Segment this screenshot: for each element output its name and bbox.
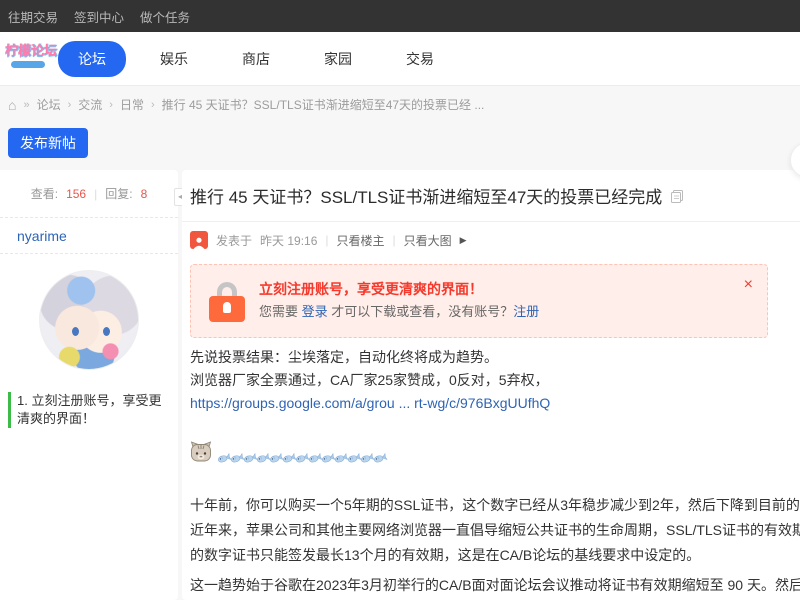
body-line-1: 先说投票结果：尘埃落定，自动化终将成为趋势。 — [190, 346, 800, 369]
site-logo-badge — [11, 61, 45, 68]
thread-sidebar: 查看: 156 | 回复: 8 nyarime 1. 立刻注册账号，享受更清爽的… — [0, 170, 178, 600]
lock-keyhole — [223, 302, 231, 313]
main-navbar: 柠檬论坛 论坛 娱乐 商店 家园 交易 — [0, 32, 800, 86]
nav-item-shop[interactable]: 商店 — [222, 41, 290, 77]
thread-stats: 查看: 156 | 回复: 8 — [0, 170, 178, 218]
notice-prefix: 您需要 — [259, 304, 298, 319]
breadcrumb-separator: › — [68, 99, 72, 111]
breadcrumb-link-daily[interactable]: 日常 — [120, 96, 144, 113]
copy-title-icon[interactable] — [670, 189, 684, 203]
home-icon[interactable]: ⌂ — [8, 99, 16, 111]
only-author-link[interactable]: 只看楼主 — [337, 232, 385, 249]
register-link[interactable]: 注册 — [513, 304, 539, 319]
para1-line-3: 的数字证书只能签发最长13个月的有效期，这是在CA/B论坛的基线要求中设定的。 — [190, 543, 800, 568]
emoticon-row — [190, 439, 800, 465]
post-time: 昨天 19:16 — [260, 232, 317, 249]
author-row: nyarime — [0, 218, 178, 254]
stats-divider: | — [94, 187, 97, 201]
author-username-link[interactable]: nyarime — [17, 228, 67, 244]
cat-emoticon — [190, 441, 212, 465]
post-title: 推行 45 天证书？SSL/TLS证书渐进缩短至47天的投票已经完成 — [190, 183, 662, 208]
only-images-link[interactable]: 只看大图 — [404, 232, 452, 249]
para1-line-1: 十年前，你可以购买一个5年期的SSL证书，这个数字已经从3年稳步减少到2年，然后… — [190, 493, 800, 518]
breadcrumb-link-exchange[interactable]: 交流 — [78, 96, 102, 113]
breadcrumb-separator: › — [109, 99, 113, 111]
top-utility-bar: 往期交易 签到中心 做个任务 — [0, 0, 800, 32]
fish-emoji — [371, 450, 388, 467]
topbar-link-past-trades[interactable]: 往期交易 — [8, 7, 58, 26]
breadcrumb-link-forum[interactable]: 论坛 — [37, 96, 61, 113]
topbar-link-checkin[interactable]: 签到中心 — [74, 7, 124, 26]
toc-item-register[interactable]: 1. 立刻注册账号，享受更清爽的界面！ — [8, 392, 170, 428]
meta-divider: | — [393, 233, 396, 247]
nav-item-home[interactable]: 家园 — [304, 41, 372, 77]
paragraph-1: 十年前，你可以购买一个5年期的SSL证书，这个数字已经从3年稳步减少到2年，然后… — [190, 493, 800, 568]
post-title-row: 推行 45 天证书？SSL/TLS证书渐进缩短至47天的投票已经完成 — [182, 170, 800, 222]
site-logo[interactable]: 柠檬论坛 — [5, 40, 63, 80]
replies-count: 8 — [141, 187, 148, 201]
poster-avatar-icon[interactable] — [190, 231, 208, 249]
views-label: 查看: — [31, 185, 58, 202]
author-avatar[interactable] — [39, 270, 139, 370]
nav-item-entertainment[interactable]: 娱乐 — [140, 41, 208, 77]
notice-title: 立刻注册账号，享受更清爽的界面！ — [259, 279, 753, 299]
breadcrumb-separator: » — [23, 99, 29, 111]
paragraph-2: 这一趋势始于谷歌在2023年3月初举行的CA/B面对面论坛会议推动将证书有效期缩… — [190, 573, 800, 598]
author-avatar-wrap — [0, 254, 178, 380]
meta-caret-icon[interactable]: ▶ — [460, 235, 467, 246]
avatar-eye — [72, 327, 79, 336]
breadcrumb-separator: › — [151, 99, 155, 111]
notice-middle: 才可以下载或查看，没有账号？ — [331, 304, 513, 319]
replies-label: 回复: — [105, 185, 132, 202]
para1-line-2: 近年来，苹果公司和其他主要网络浏览器一直倡导缩短公共证书的生命周期，SSL/TL… — [190, 518, 800, 543]
nav-item-trade[interactable]: 交易 — [386, 41, 454, 77]
register-notice-box: 立刻注册账号，享受更清爽的界面！ 您需要 登录 才可以下载或查看，没有账号？注册… — [190, 264, 768, 338]
new-post-button[interactable]: 发布新帖 — [8, 128, 88, 158]
posted-label: 发表于 — [216, 232, 252, 249]
views-count: 156 — [66, 187, 86, 201]
breadcrumb-current: 推行 45 天证书？SSL/TLS证书渐进缩短至47天的投票已经 ... — [162, 96, 485, 113]
forum-page: 往期交易 签到中心 做个任务 柠檬论坛 论坛 娱乐 商店 家园 交易 ⌂ » 论… — [0, 0, 800, 600]
nav-menu: 论坛 娱乐 商店 家园 交易 — [58, 32, 454, 86]
post-card: 推行 45 天证书？SSL/TLS证书渐进缩短至47天的投票已经完成 发表于 昨… — [182, 170, 800, 600]
body-line-2: 浏览器厂家全票通过，CA厂家25家赞成，0反对，5弃权， — [190, 369, 800, 392]
meta-divider: | — [325, 233, 328, 247]
login-link[interactable]: 登录 — [302, 304, 328, 319]
site-logo-text: 柠檬论坛 — [5, 40, 63, 59]
topbar-link-tasks[interactable]: 做个任务 — [140, 7, 190, 26]
notice-close-icon[interactable]: × — [744, 277, 753, 293]
notice-line: 您需要 登录 才可以下载或查看，没有账号？注册 — [259, 299, 753, 325]
lock-icon — [209, 282, 245, 322]
google-groups-link[interactable]: https://groups.google.com/a/grou ... rt-… — [190, 395, 550, 411]
breadcrumb: ⌂ » 论坛 › 交流 › 日常 › 推行 45 天证书？SSL/TLS证书渐进… — [8, 96, 484, 113]
fish-emoji-row — [217, 452, 386, 465]
post-body: 先说投票结果：尘埃落定，自动化终将成为趋势。 浏览器厂家全票通过，CA厂家25家… — [190, 346, 800, 598]
avatar-eye — [103, 327, 110, 336]
nav-item-forum[interactable]: 论坛 — [58, 41, 126, 77]
post-meta-row: 发表于 昨天 19:16 | 只看楼主 | 只看大图 ▶ — [190, 231, 467, 249]
